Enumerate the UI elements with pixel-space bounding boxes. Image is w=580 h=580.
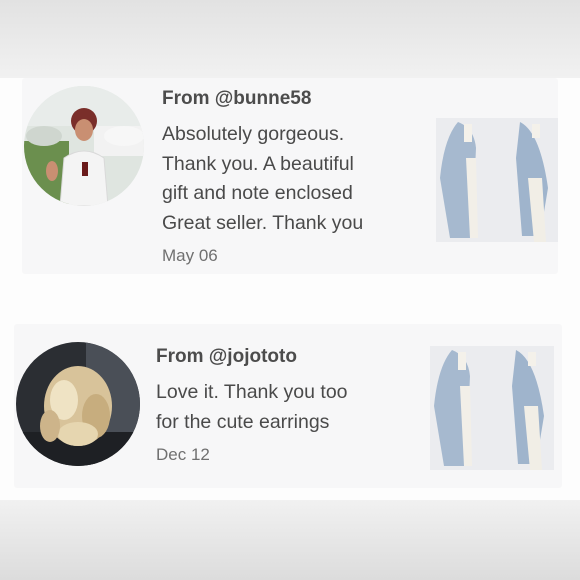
review-message: Absolutely gorgeous. Thank you. A beauti… xyxy=(162,120,363,238)
product-photo-icon xyxy=(430,346,554,470)
product-thumbnail[interactable] xyxy=(436,118,558,242)
review-line: Thank you. A beautiful xyxy=(162,152,354,175)
reviewer-handle[interactable]: From @jojototo xyxy=(156,346,297,368)
top-blur-band xyxy=(0,0,580,78)
reviewer-avatar[interactable] xyxy=(24,86,144,206)
review-message: Love it. Thank you too for the cute earr… xyxy=(156,378,348,437)
reviewer-photo-icon xyxy=(16,342,140,466)
reviewer-handle[interactable]: From @bunne58 xyxy=(162,88,311,110)
review-line: Great seller. Thank you xyxy=(162,211,364,234)
reviewer-photo-icon xyxy=(24,86,144,206)
product-photo-icon xyxy=(436,118,558,242)
bottom-blur-band xyxy=(0,500,580,580)
review-date: Dec 12 xyxy=(156,445,210,464)
review-card: From @jojototo Love it. Thank you too fo… xyxy=(14,324,562,488)
review-line: for the cute earrings xyxy=(156,410,330,433)
review-card: From @bunne58 Absolutely gorgeous. Thank… xyxy=(22,78,558,274)
reviewer-avatar[interactable] xyxy=(16,342,140,466)
review-line: Love it. Thank you too xyxy=(156,381,348,403)
product-thumbnail[interactable] xyxy=(430,346,554,470)
review-line: Absolutely gorgeous. xyxy=(162,123,345,145)
review-date: May 06 xyxy=(162,246,218,265)
review-line: gift and note enclosed xyxy=(162,182,353,204)
